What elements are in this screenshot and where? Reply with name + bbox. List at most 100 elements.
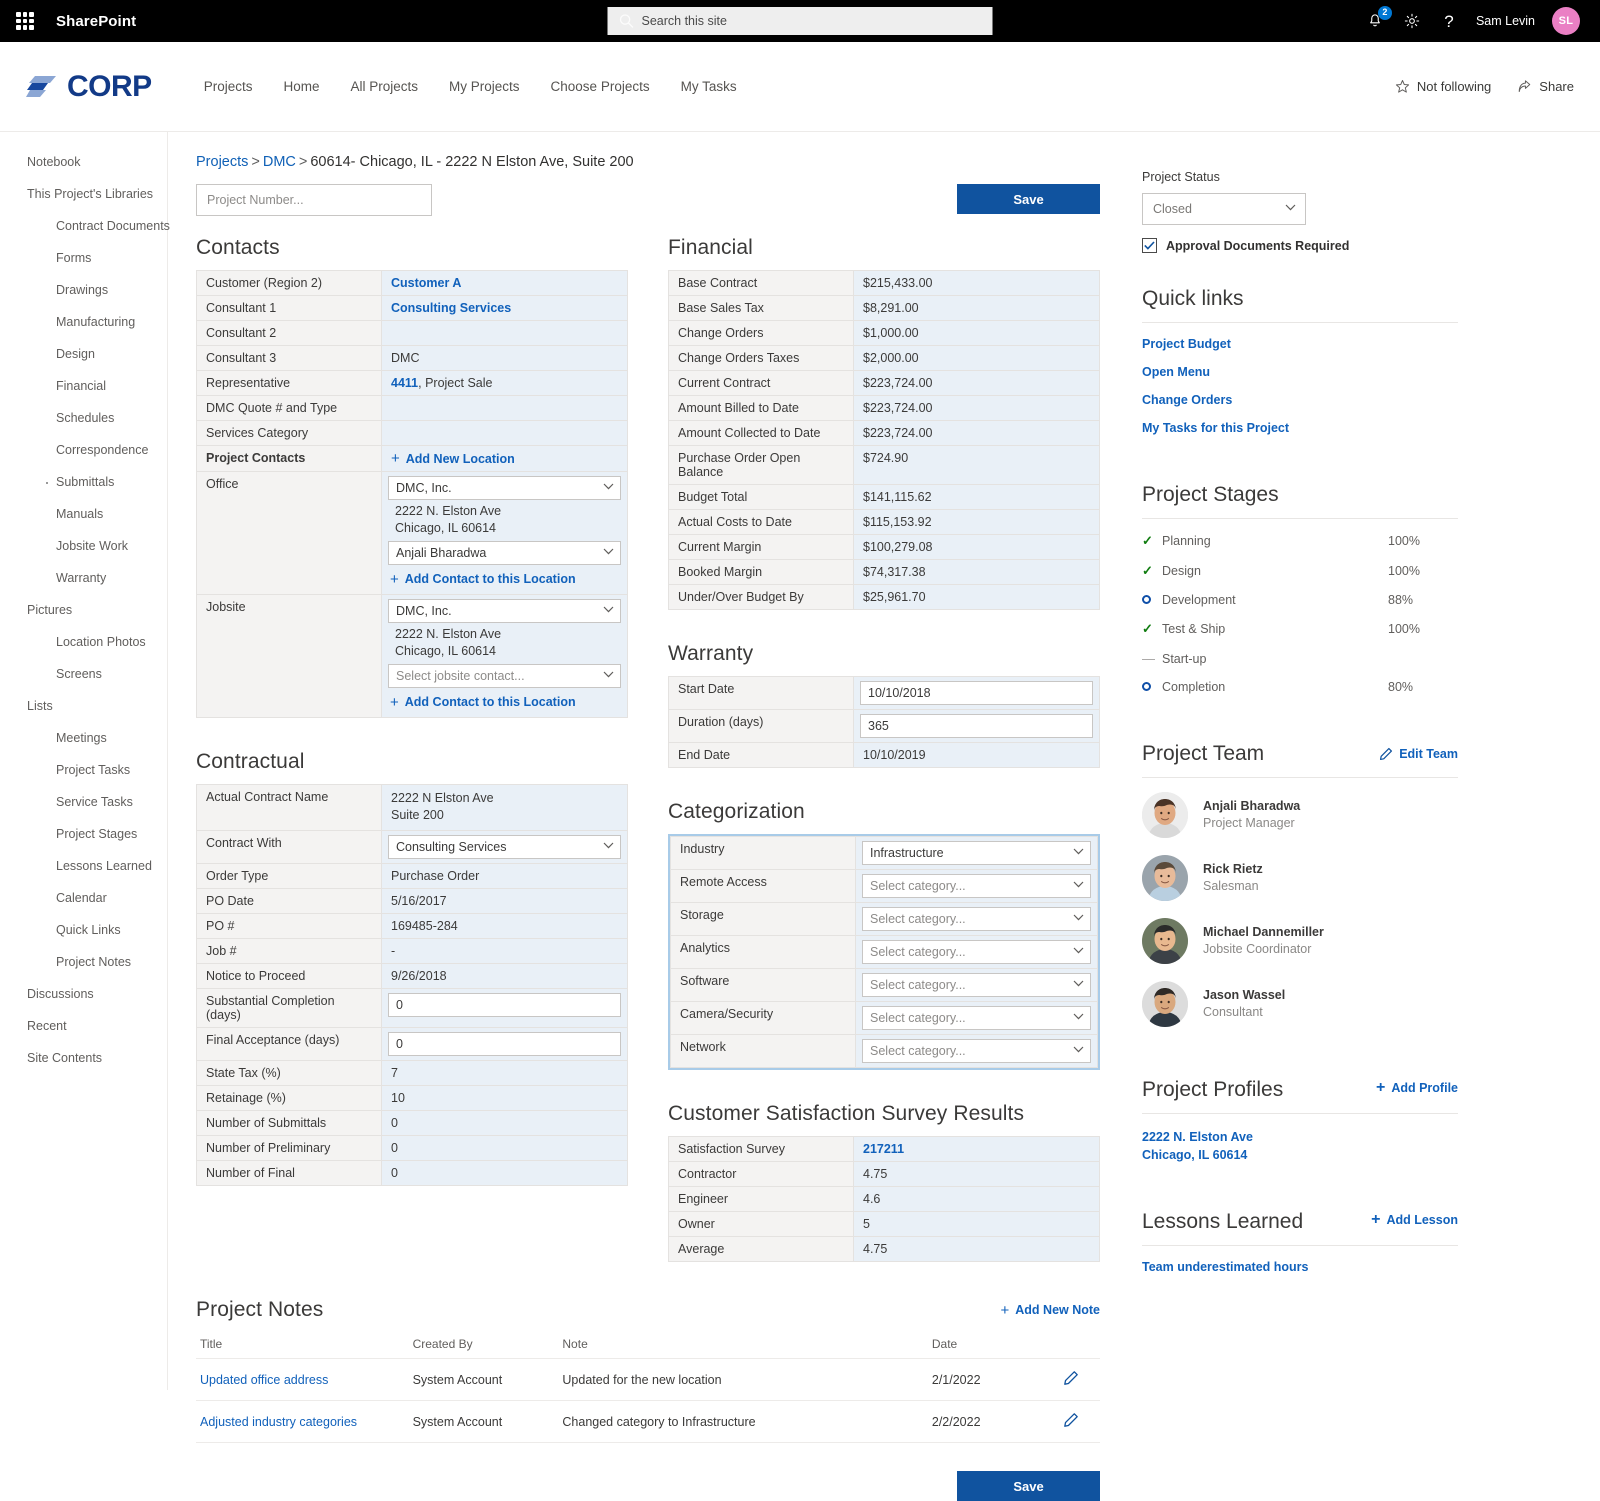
warranty-input[interactable]: 10/10/2018 (860, 681, 1093, 705)
add-contact-button[interactable]: +Add Contact to this Location (390, 572, 576, 587)
edit-note-button[interactable] (1063, 1417, 1079, 1431)
team-member[interactable]: Jason Wassel Consultant (1142, 981, 1458, 1027)
project-number-input[interactable] (196, 184, 432, 216)
sidebar-item-design[interactable]: Design (0, 338, 167, 370)
gear-icon[interactable] (1402, 11, 1422, 31)
sidebar-item-location-photos[interactable]: Location Photos (0, 626, 167, 658)
save-button-bottom[interactable]: Save (957, 1471, 1100, 1501)
quick-link-open-menu[interactable]: Open Menu (1142, 365, 1458, 379)
sidebar-item-warranty[interactable]: Warranty (0, 562, 167, 594)
not-following-button[interactable]: Not following (1395, 79, 1491, 94)
project-profile-link[interactable]: 2222 N. Elston Ave Chicago, IL 60614 (1142, 1128, 1458, 1164)
location-company-select[interactable]: DMC, Inc. (388, 476, 621, 500)
sidebar-item-meetings[interactable]: Meetings (0, 722, 167, 754)
sidebar-item-screens[interactable]: Screens (0, 658, 167, 690)
sidebar-item-correspondence[interactable]: Correspondence (0, 434, 167, 466)
note-title-link[interactable]: Adjusted industry categories (200, 1415, 357, 1429)
nav-choose-projects[interactable]: Choose Projects (551, 79, 650, 94)
sidebar-item-lists[interactable]: Lists (0, 690, 167, 722)
category-select[interactable]: Select category... (862, 907, 1091, 931)
category-select[interactable]: Select category... (862, 874, 1091, 898)
sidebar-item-lessons-learned[interactable]: Lessons Learned (0, 850, 167, 882)
location-contact-select[interactable]: Select jobsite contact... (388, 664, 621, 688)
sidebar-item-manufacturing[interactable]: Manufacturing (0, 306, 167, 338)
numeric-input[interactable]: 0 (388, 1032, 621, 1056)
sidebar-item-financial[interactable]: Financial (0, 370, 167, 402)
sidebar-item-calendar[interactable]: Calendar (0, 882, 167, 914)
category-select[interactable]: Select category... (862, 1039, 1091, 1063)
contract-with-select[interactable]: Consulting Services (388, 835, 621, 859)
category-select[interactable]: Infrastructure (862, 841, 1091, 865)
save-button-top[interactable]: Save (957, 184, 1100, 214)
suite-app-name[interactable]: SharePoint (56, 13, 136, 30)
add-new-location-button[interactable]: +Add New Location (391, 451, 515, 466)
sidebar-item-pictures[interactable]: Pictures (0, 594, 167, 626)
nav-home[interactable]: Home (283, 79, 319, 94)
help-icon[interactable]: ? (1439, 11, 1459, 31)
project-notes-table: Title Created By Note Date Updated offic… (196, 1330, 1100, 1443)
approval-documents-checkbox[interactable]: Approval Documents Required (1142, 238, 1458, 253)
add-contact-button[interactable]: +Add Contact to this Location (390, 695, 576, 710)
edit-team-button[interactable]: Edit Team (1379, 747, 1458, 766)
category-select[interactable]: Select category... (862, 1006, 1091, 1030)
field-value: 0 (382, 1110, 628, 1135)
notification-bell-icon[interactable]: 2 (1365, 11, 1385, 31)
team-member[interactable]: Rick Rietz Salesman (1142, 855, 1458, 901)
sidebar-item-submittals[interactable]: Submittals (0, 466, 167, 498)
location-contact-select[interactable]: Anjali Bharadwa (388, 541, 621, 565)
location-company-select[interactable]: DMC, Inc. (388, 599, 621, 623)
add-profile-button[interactable]: + Add Profile (1376, 1079, 1458, 1102)
edit-note-button[interactable] (1063, 1375, 1079, 1389)
field-link[interactable]: Customer A (391, 276, 461, 290)
project-status-select[interactable]: Closed (1142, 193, 1306, 225)
sidebar-item-recent[interactable]: Recent (0, 1010, 167, 1042)
sidebar-item-project-notes[interactable]: Project Notes (0, 946, 167, 978)
quick-link-my-tasks-for-this-project[interactable]: My Tasks for this Project (1142, 421, 1458, 435)
nav-my-tasks[interactable]: My Tasks (681, 79, 737, 94)
stage-percent: 88% (1388, 593, 1458, 607)
user-name[interactable]: Sam Levin (1476, 14, 1535, 28)
sidebar-item-quick-links[interactable]: Quick Links (0, 914, 167, 946)
sidebar-item-discussions[interactable]: Discussions (0, 978, 167, 1010)
avatar[interactable]: SL (1552, 7, 1580, 35)
sidebar-item-jobsite-work[interactable]: Jobsite Work (0, 530, 167, 562)
nav-all-projects[interactable]: All Projects (350, 79, 418, 94)
sidebar-item-manuals[interactable]: Manuals (0, 498, 167, 530)
sidebar-item-service-tasks[interactable]: Service Tasks (0, 786, 167, 818)
site-logo[interactable]: CORP (26, 70, 152, 104)
sidebar-item-drawings[interactable]: Drawings (0, 274, 167, 306)
lesson-link[interactable]: Team underestimated hours (1142, 1260, 1458, 1274)
sidebar-item-forms[interactable]: Forms (0, 242, 167, 274)
sidebar-item-notebook[interactable]: Notebook (0, 146, 167, 178)
breadcrumb-projects[interactable]: Projects (196, 154, 248, 170)
team-member[interactable]: Anjali Bharadwa Project Manager (1142, 792, 1458, 838)
app-launcher-icon[interactable] (14, 10, 36, 32)
numeric-input[interactable]: 0 (388, 993, 621, 1017)
field-value: Select category... (856, 870, 1098, 903)
share-button[interactable]: Share (1517, 79, 1574, 94)
sidebar-item-this-project-s-libraries[interactable]: This Project's Libraries (0, 178, 167, 210)
avatar (1142, 918, 1188, 964)
nav-my-projects[interactable]: My Projects (449, 79, 520, 94)
add-lesson-button[interactable]: + Add Lesson (1371, 1211, 1458, 1234)
sidebar-item-contract-documents[interactable]: Contract Documents (0, 210, 167, 242)
sidebar-item-project-stages[interactable]: Project Stages (0, 818, 167, 850)
field-link[interactable]: 4411 (391, 376, 418, 390)
sidebar-item-schedules[interactable]: Schedules (0, 402, 167, 434)
quick-link-change-orders[interactable]: Change Orders (1142, 393, 1458, 407)
note-title-link[interactable]: Updated office address (200, 1373, 328, 1387)
sidebar-item-project-tasks[interactable]: Project Tasks (0, 754, 167, 786)
sidebar-item-site-contents[interactable]: Site Contents (0, 1042, 167, 1074)
field-link[interactable]: 217211 (863, 1142, 904, 1156)
breadcrumb-dmc[interactable]: DMC (263, 154, 296, 170)
search-input[interactable] (608, 7, 993, 35)
category-select[interactable]: Select category... (862, 940, 1091, 964)
nav-projects[interactable]: Projects (204, 79, 253, 94)
warranty-input[interactable]: 365 (860, 714, 1093, 738)
category-select[interactable]: Select category... (862, 973, 1091, 997)
team-member[interactable]: Michael Dannemiller Jobsite Coordinator (1142, 918, 1458, 964)
quick-link-project-budget[interactable]: Project Budget (1142, 337, 1458, 351)
field-value: 0 (382, 1160, 628, 1185)
field-link[interactable]: Consulting Services (391, 301, 511, 315)
add-new-note-button[interactable]: + Add New Note (1001, 1303, 1101, 1318)
